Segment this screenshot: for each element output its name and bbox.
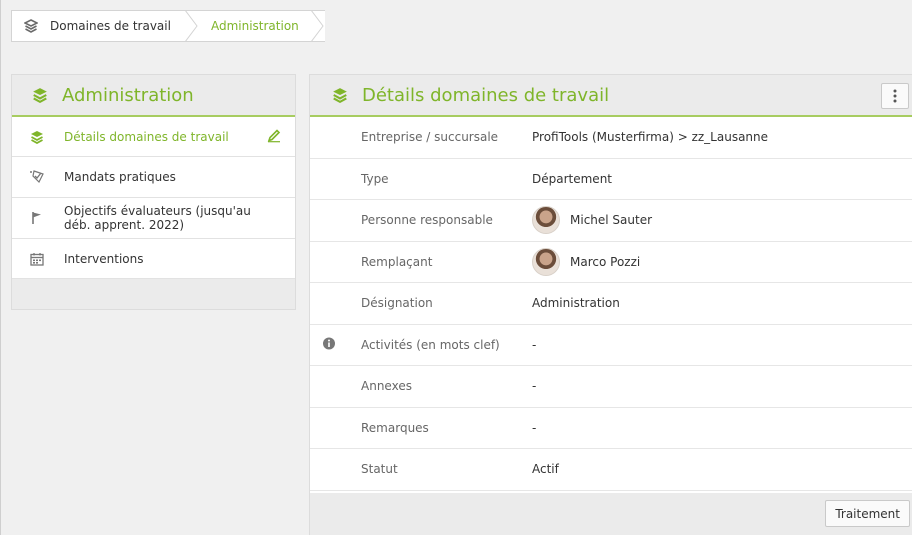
detail-label: Statut (361, 462, 398, 477)
traitement-button[interactable]: Traitement (825, 500, 910, 527)
detail-value: - (532, 420, 537, 435)
left-panel-header: Administration (12, 75, 295, 117)
layers-icon (32, 87, 48, 103)
nav-item-details[interactable]: Détails domaines de travail (12, 117, 295, 157)
layers-icon (332, 87, 348, 103)
detail-label: Activités (en mots clef) (361, 337, 500, 352)
breadcrumb-label: Administration (210, 19, 299, 33)
detail-label: Personne responsable (361, 213, 493, 228)
details-panel-header: Détails domaines de travail (310, 75, 912, 117)
detail-value: Actif (532, 462, 559, 477)
details-panel-footer: Traitement (310, 493, 912, 535)
breadcrumb-separator (310, 10, 325, 42)
nav-item-label: Détails domaines de travail (64, 129, 229, 144)
pencil-icon[interactable] (267, 128, 281, 145)
avatar (532, 247, 560, 276)
nav-item-label: Interventions (64, 251, 144, 266)
left-panel: Administration Détails domaines de trava… (11, 74, 296, 310)
person-name: Michel Sauter (570, 213, 653, 228)
detail-label: Type (361, 171, 389, 186)
detail-row-remplacant: Remplaçant Marco Pozzi (310, 242, 912, 283)
calendar-icon (28, 252, 46, 266)
app-window: Domaines de travail Administration Admin… (0, 0, 912, 535)
avatar (532, 206, 560, 235)
detail-label: Annexes (361, 379, 412, 394)
breadcrumb-item-domaines[interactable]: Domaines de travail (12, 11, 185, 41)
detail-row-responsable: Personne responsable Michel Sauter (310, 200, 912, 242)
breadcrumb-label: Domaines de travail (50, 19, 171, 33)
detail-value[interactable]: Michel Sauter (532, 206, 653, 235)
details-panel: Détails domaines de travail Entreprise /… (309, 74, 912, 535)
detail-value: Département (532, 171, 612, 186)
layers-icon (24, 19, 38, 33)
detail-row-annexes: Annexes - (310, 366, 912, 408)
detail-row-entreprise: Entreprise / succursale ProfiTools (Must… (310, 117, 912, 159)
breadcrumb: Domaines de travail Administration (11, 10, 325, 42)
nav-item-label: Mandats pratiques (64, 170, 176, 184)
detail-value: Administration (532, 296, 620, 311)
person-name: Marco Pozzi (570, 254, 641, 269)
detail-value: - (532, 379, 537, 394)
detail-label: Entreprise / succursale (361, 130, 499, 145)
detail-row-type: Type Département (310, 159, 912, 200)
detail-row-designation: Désignation Administration (310, 283, 912, 325)
nav-item-mandats[interactable]: Mandats pratiques (12, 157, 295, 198)
flag-icon (28, 211, 46, 225)
breadcrumb-item-administration[interactable]: Administration (198, 11, 311, 41)
vertical-dots-icon (893, 89, 897, 103)
detail-label: Remarques (361, 420, 429, 435)
nav-item-label: Objectifs évaluateurs (jusqu'au déb. app… (64, 204, 251, 232)
breadcrumb-separator (184, 10, 199, 42)
details-panel-title: Détails domaines de travail (362, 84, 610, 106)
more-options-button[interactable] (881, 83, 909, 109)
checklist-icon (28, 170, 46, 184)
left-panel-footer (12, 279, 295, 309)
detail-row-statut: Statut Actif (310, 449, 912, 491)
detail-value[interactable]: Marco Pozzi (532, 247, 641, 276)
detail-label: Désignation (361, 296, 433, 311)
nav-item-interventions[interactable]: Interventions (12, 239, 295, 279)
detail-label: Remplaçant (361, 254, 433, 269)
detail-value: - (532, 337, 537, 352)
detail-row-remarques: Remarques - (310, 408, 912, 449)
detail-row-activites: Activités (en mots clef) - (310, 325, 912, 366)
layers-icon (28, 130, 46, 144)
nav-item-objectifs[interactable]: Objectifs évaluateurs (jusqu'au déb. app… (12, 198, 295, 239)
detail-value: ProfiTools (Musterfirma) > zz_Lausanne (532, 130, 769, 145)
info-icon[interactable] (322, 336, 336, 353)
left-panel-title: Administration (62, 84, 194, 106)
